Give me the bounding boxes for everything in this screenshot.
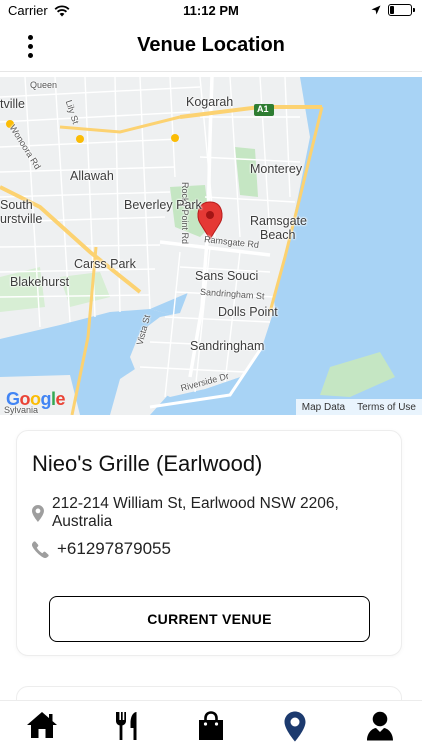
google-logo: Google [6, 389, 66, 409]
terms-of-use-link[interactable]: Terms of Use [357, 402, 416, 413]
venue-map[interactable]: Kogarah A1 tville Queen Lily St Wonoora … [0, 77, 422, 415]
venue-phone: +61297879055 [57, 539, 171, 558]
venue-name: Nieo's Grille (Earlwood) [32, 451, 263, 476]
map-label: Kogarah [186, 95, 234, 109]
user-icon [366, 711, 393, 741]
map-pin-icon [32, 504, 44, 522]
map-label: Beverley Park [124, 198, 202, 212]
tab-profile[interactable] [355, 711, 405, 745]
map-poi [76, 135, 84, 143]
tab-location[interactable] [270, 711, 320, 745]
battery-icon [388, 4, 415, 16]
map-attribution: Map Data Terms of Use [295, 399, 422, 415]
status-right-group [371, 4, 415, 16]
venue-card: Nieo's Grille (Earlwood) 212-214 William… [16, 430, 402, 656]
map-label: Carss Park [74, 257, 136, 271]
map-label: A1 [257, 104, 269, 114]
map-marker-icon [284, 711, 306, 742]
tab-home[interactable] [17, 711, 67, 745]
bottom-tab-bar [0, 700, 422, 750]
map-canvas [0, 77, 422, 415]
map-label: Sandringham [190, 339, 265, 353]
map-label: tville [0, 97, 26, 111]
battery-fill [390, 6, 394, 14]
map-poi [171, 134, 179, 142]
map-label: Rocky Point Rd [180, 182, 190, 245]
map-data-link[interactable]: Map Data [302, 402, 345, 413]
home-icon [27, 712, 58, 738]
tab-shop[interactable] [186, 711, 236, 745]
map-label: Blakehurst [10, 275, 70, 289]
nav-bar: Venue Location [0, 22, 422, 72]
tab-menu[interactable] [102, 711, 152, 745]
map-label: Queen [30, 80, 58, 90]
venue-address-row: 212-214 William St, Earlwood NSW 2206, A… [32, 495, 401, 531]
venue-address: 212-214 William St, Earlwood NSW 2206, A… [51, 495, 339, 530]
map-label: urstville [0, 212, 43, 226]
shopping-bag-icon [198, 711, 223, 740]
map-label: Ramsgate [250, 214, 307, 228]
page-title: Venue Location [137, 34, 285, 56]
status-bar: Carrier 11:12 PM [0, 0, 422, 22]
status-time: 11:12 PM [183, 3, 239, 18]
map-label: Monterey [250, 162, 303, 176]
current-venue-button[interactable]: CURRENT VENUE [49, 596, 370, 642]
map-label: South [0, 198, 33, 212]
map-label: Sans Souci [195, 269, 259, 283]
map-label: Allawah [70, 169, 114, 183]
phone-icon [32, 540, 49, 558]
location-arrow-icon [371, 5, 381, 15]
map-label: Dolls Point [218, 305, 278, 319]
map-label: Beach [260, 228, 296, 242]
utensils-icon [115, 712, 137, 740]
venue-phone-row[interactable]: +61297879055 [32, 539, 171, 559]
